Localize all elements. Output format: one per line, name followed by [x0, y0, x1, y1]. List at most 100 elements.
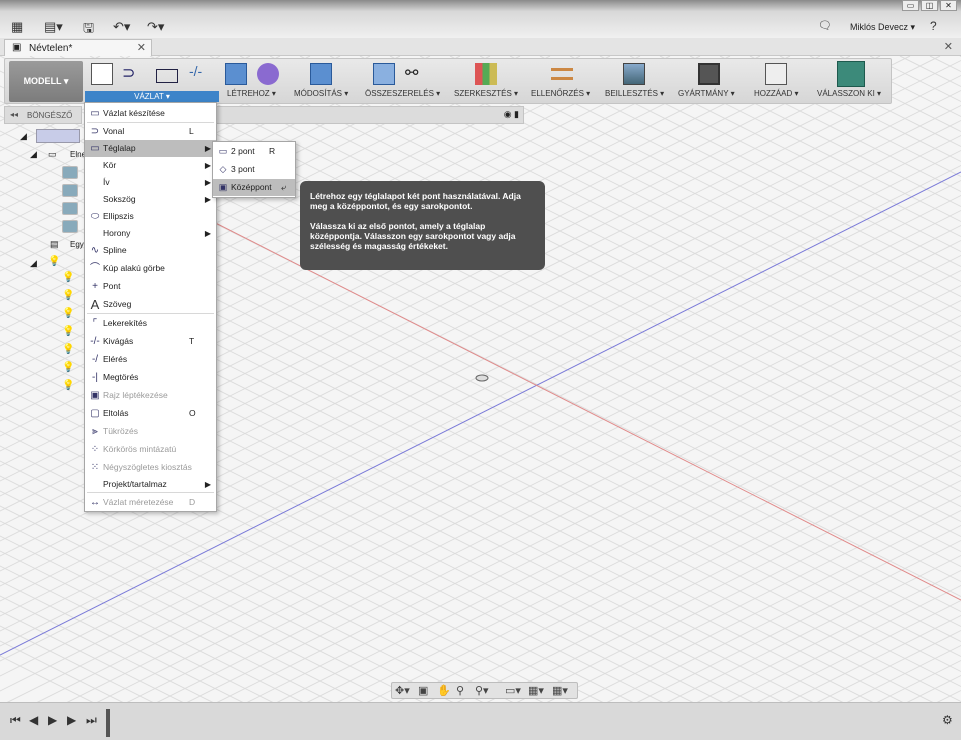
insert-image-icon[interactable] [623, 63, 645, 85]
create-sketch-icon[interactable] [91, 63, 113, 85]
file-menu-icon[interactable]: ▤▾ [44, 19, 63, 35]
menu-item-sketch-create[interactable]: ▭ Vázlat készítése [85, 105, 216, 122]
inspect-menu-button[interactable]: ELLENŐRZÉS ▾ [531, 89, 590, 98]
workspace-switch-button[interactable]: MODELL ▾ [9, 61, 83, 102]
modify-menu-button[interactable]: MÓDOSÍTÁS ▾ [294, 89, 348, 98]
menu-item-spline[interactable]: ∿ Spline [85, 242, 216, 259]
apps-grid-icon[interactable]: ▦ [11, 19, 23, 35]
step-forward-icon[interactable]: ▶ [67, 713, 76, 727]
rectangle-center-point-item[interactable]: ▣ Középpont ⤶ [213, 179, 295, 196]
document-tab-bar: ▣ Névtelen* ✕ ✕ [0, 38, 961, 56]
polygon-icon [88, 193, 102, 206]
sketch-menu-button[interactable]: VÁZLAT ▾ [85, 91, 219, 102]
display-settings-icon[interactable]: ▭▾ [505, 684, 521, 697]
go-to-start-icon[interactable]: ⏮ [10, 713, 21, 728]
orbit-icon[interactable]: ✥▾ [395, 684, 410, 697]
construct-icon[interactable] [475, 63, 497, 85]
measure-icon[interactable] [551, 68, 573, 80]
menu-item-trim[interactable]: -/- Kivágás T [85, 333, 216, 350]
minimize-button[interactable]: ▭ [902, 0, 919, 11]
menu-item-rect-pattern: ⁙ Négyszögletes kiosztás [85, 459, 216, 476]
tree-expand-icon[interactable]: ◢ [30, 149, 37, 160]
menu-item-offset[interactable]: ▢ Eltolás O [85, 405, 216, 422]
rectangle-2-point-item[interactable]: ▭ 2 pont R [213, 143, 295, 160]
plane-icon[interactable] [62, 184, 78, 197]
lightbulb-icon[interactable]: 💡 [62, 308, 74, 319]
tree-expand-icon[interactable]: ◢ [30, 258, 37, 269]
menu-item-arc[interactable]: Ív ▶ [85, 174, 216, 191]
rectangle-3-point-item[interactable]: ◇ 3 pont [213, 161, 295, 178]
make-icon[interactable] [698, 63, 720, 85]
construct-menu-button[interactable]: SZERKESZTÉS ▾ [454, 89, 518, 98]
menu-item-ellipse[interactable]: ⬭ Ellipszis [85, 208, 216, 225]
insert-menu-button[interactable]: BEILLESZTÉS ▾ [605, 89, 664, 98]
rectangle-icon[interactable] [156, 69, 178, 83]
tree-expand-icon[interactable]: ◢ [20, 131, 27, 142]
go-to-end-icon[interactable]: ⏭ [86, 713, 97, 728]
make-menu-button[interactable]: GYÁRTMÁNY ▾ [678, 89, 735, 98]
extend-icon: -/ [91, 354, 99, 365]
menu-item-project[interactable]: Projekt/tartalmaz ▶ [85, 476, 216, 493]
plane-icon[interactable] [62, 166, 78, 179]
menu-item-slot[interactable]: Horony ▶ [85, 225, 216, 242]
timeline-settings-icon[interactable]: ⚙ [942, 713, 953, 727]
restore-button[interactable]: ◫ [921, 0, 938, 11]
assemble-icon[interactable] [373, 63, 395, 85]
menu-item-text[interactable]: A Szöveg [85, 296, 216, 313]
play-icon[interactable]: ▶ [48, 713, 57, 727]
modify-icon[interactable] [310, 63, 332, 85]
lightbulb-icon[interactable]: 💡 [62, 362, 74, 373]
menu-item-polygon[interactable]: Sokszög ▶ [85, 191, 216, 208]
viewports-icon[interactable]: ▦▾ [552, 684, 568, 697]
menu-item-fillet[interactable]: ⌜ Lekerekítés [85, 315, 216, 332]
menu-item-break[interactable]: -| Megtörés [85, 369, 216, 386]
user-menu[interactable]: Miklós Devecz ▾ [850, 22, 915, 33]
select-icon[interactable] [837, 61, 865, 87]
collapse-icon[interactable]: ◂◂ [10, 110, 18, 119]
select-menu-button[interactable]: VÁLASSZON KI ▾ [817, 89, 881, 98]
create-menu-button[interactable]: LÉTREHOZ ▾ [227, 89, 276, 98]
sphere-grid-icon[interactable] [257, 63, 279, 85]
redo-icon[interactable]: ↷▾ [147, 19, 164, 35]
joint-icon[interactable]: ⚯ [405, 63, 427, 85]
line-icon[interactable]: ⊃ [122, 63, 144, 85]
document-tab[interactable]: ▣ Névtelen* ✕ [4, 39, 152, 56]
close-all-icon[interactable]: ✕ [944, 40, 953, 53]
menu-item-extend[interactable]: -/ Elérés [85, 351, 216, 368]
menu-item-conic[interactable]: ⌒ Kúp alakú görbe [85, 260, 216, 277]
step-back-icon[interactable]: ◀ [29, 713, 38, 727]
grid-settings-icon[interactable]: ▦▾ [528, 684, 544, 697]
lightbulb-icon[interactable]: 💡 [62, 380, 74, 391]
undo-icon[interactable]: ↶▾ [113, 19, 130, 35]
menu-item-rectangle[interactable]: ▭ Téglalap ▶ [85, 140, 216, 157]
menu-item-line[interactable]: ⊃ Vonal L [85, 123, 216, 140]
menu-item-point[interactable]: + Pont [85, 278, 216, 295]
plane-icon[interactable] [62, 220, 78, 233]
assemble-menu-button[interactable]: ÖSSZESZERELÉS ▾ [365, 89, 440, 98]
menu-item-label: Vázlat készítése [103, 108, 165, 118]
lightbulb-icon[interactable]: 💡 [62, 326, 74, 337]
pin-icon[interactable]: ◉ ▮ [504, 109, 519, 120]
trim-icon[interactable]: -/- [189, 63, 211, 85]
lightbulb-icon[interactable]: 💡 [62, 290, 74, 301]
close-window-button[interactable]: ✕ [940, 0, 957, 11]
help-icon[interactable]: ? [930, 19, 937, 33]
lightbulb-icon[interactable]: 💡 [62, 272, 74, 283]
fit-icon[interactable]: ⚲▾ [475, 684, 489, 697]
zoom-icon[interactable]: ⚲ [456, 684, 464, 697]
box-icon[interactable] [225, 63, 247, 85]
lightbulb-icon[interactable]: 💡 [62, 344, 74, 355]
look-at-icon[interactable]: ▣ [418, 684, 428, 697]
add-ins-menu-button[interactable]: HOZZÁAD ▾ [754, 89, 798, 98]
root-component-row[interactable] [36, 129, 80, 143]
lightbulb-icon[interactable]: 💡 [48, 256, 60, 267]
close-tab-icon[interactable]: ✕ [137, 41, 146, 54]
tooltip: Létrehoz egy téglalapot két pont használ… [300, 181, 545, 270]
chat-icon[interactable]: 🗨 [818, 19, 832, 32]
add-in-icon[interactable] [765, 63, 787, 85]
timeline-marker[interactable] [106, 709, 110, 737]
pan-icon[interactable]: ✋ [437, 684, 451, 697]
menu-item-circle[interactable]: Kör ▶ [85, 157, 216, 174]
browser-panel-header[interactable]: ◂◂ BÖNGÉSZŐ [4, 106, 82, 124]
plane-icon[interactable] [62, 202, 78, 215]
